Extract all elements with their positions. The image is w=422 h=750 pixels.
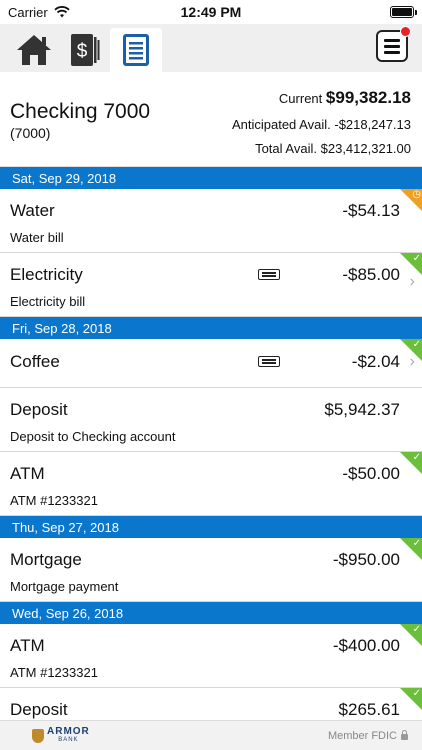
current-balance: Current $99,382.18 <box>279 88 411 108</box>
account-number: (7000) <box>10 125 51 141</box>
transaction-amount: -$54.13 <box>342 201 400 220</box>
transaction-row[interactable]: ATM -$50.00 ATM #1233321 ✓ <box>0 452 422 516</box>
transaction-list: Sat, Sep 29, 2018 Water -$54.13 Water bi… <box>0 167 422 750</box>
account-name: Checking 7000 <box>10 100 151 123</box>
note-icon <box>258 269 280 280</box>
date-header: Wed, Sep 26, 2018 <box>0 602 422 624</box>
transaction-title: Deposit <box>10 400 68 419</box>
transaction-amount: -$50.00 <box>342 464 400 483</box>
current-amount: $99,382.18 <box>325 88 411 107</box>
footer: ARMOR BANK Member FDIC <box>0 720 422 750</box>
tab-home[interactable] <box>10 28 58 72</box>
status-bar: Carrier 12:49 PM <box>0 0 422 24</box>
battery-icon <box>390 6 417 18</box>
menu-icon-bar <box>384 44 400 48</box>
menu-button[interactable] <box>376 26 411 62</box>
date-header: Fri, Sep 28, 2018 <box>0 317 422 339</box>
bank-name: ARMOR <box>47 725 90 737</box>
date-header: Thu, Sep 27, 2018 <box>0 516 422 538</box>
transaction-row[interactable]: Water -$54.13 Water bill ◷ <box>0 189 422 253</box>
transaction-title: Deposit <box>10 700 68 719</box>
check-icon: ✓ <box>412 452 421 463</box>
chevron-right-icon[interactable]: › <box>410 353 415 371</box>
transaction-description: ATM #1233321 <box>10 665 98 680</box>
tab-accounts[interactable]: $ <box>60 28 108 72</box>
anticipated-label: Anticipated Avail. <box>231 117 331 132</box>
transaction-amount: $5,942.37 <box>324 400 400 419</box>
shield-icon <box>32 728 44 743</box>
current-label: Current <box>278 91 323 106</box>
clock: 12:49 PM <box>180 4 242 20</box>
notification-dot <box>400 26 411 37</box>
money-icon: $ <box>71 34 100 66</box>
transaction-title: Electricity <box>10 265 83 284</box>
transaction-description: Deposit to Checking account <box>10 429 176 444</box>
clock-icon: ◷ <box>412 189 421 200</box>
transaction-title: ATM <box>10 464 45 483</box>
transaction-description: ATM #1233321 <box>10 493 98 508</box>
date-header: Sat, Sep 29, 2018 <box>0 167 422 189</box>
total-amount: $23,412,321.00 <box>320 141 411 156</box>
transaction-description: Electricity bill <box>10 294 86 309</box>
home-icon <box>17 35 51 65</box>
total-label: Total Avail. <box>255 141 317 156</box>
lock-icon <box>401 730 408 740</box>
check-icon: ✓ <box>412 624 421 635</box>
chevron-right-icon[interactable]: › <box>410 273 415 291</box>
logo-text: ARMOR BANK <box>47 725 90 744</box>
transaction-description: Water bill <box>10 230 64 245</box>
transaction-amount: $265.61 <box>338 700 400 719</box>
transaction-row[interactable]: Electricity -$85.00 Electricity bill ✓ › <box>0 253 422 317</box>
transaction-row[interactable]: ATM -$400.00 ATM #1233321 ✓ <box>0 624 422 688</box>
transaction-title: Coffee <box>10 352 60 371</box>
transaction-row[interactable]: Coffee -$2.04 ✓ › <box>0 339 422 388</box>
anticipated-balance: Anticipated Avail. -$218,247.13 <box>232 117 411 132</box>
top-nav: $ <box>0 24 422 72</box>
check-icon: ✓ <box>412 688 421 699</box>
anticipated-amount: -$218,247.13 <box>334 117 411 132</box>
bank-sub: BANK <box>58 736 79 743</box>
transaction-description: Mortgage payment <box>10 579 119 594</box>
transaction-amount: -$950.00 <box>332 550 400 569</box>
check-icon: ✓ <box>412 253 421 264</box>
tab-register[interactable] <box>110 28 162 72</box>
bank-logo: ARMOR BANK <box>32 725 90 744</box>
svg-text:$: $ <box>77 41 88 62</box>
transaction-title: Water <box>10 201 55 220</box>
fdic-label: Member FDIC <box>327 729 397 742</box>
total-balance: Total Avail. $23,412,321.00 <box>255 141 411 156</box>
note-icon <box>258 356 280 367</box>
check-icon: ✓ <box>412 538 421 549</box>
transaction-title: ATM <box>10 636 45 655</box>
transaction-title: Mortgage <box>10 550 82 569</box>
menu-icon <box>384 38 400 42</box>
transaction-row[interactable]: Mortgage -$950.00 Mortgage payment ✓ <box>0 538 422 602</box>
register-icon <box>123 34 149 66</box>
check-icon: ✓ <box>412 339 421 350</box>
transaction-row[interactable]: Deposit $5,942.37 Deposit to Checking ac… <box>0 388 422 452</box>
transaction-amount: -$2.04 <box>351 352 400 371</box>
menu-icon-bar <box>384 50 400 54</box>
transaction-amount: -$85.00 <box>342 265 400 284</box>
account-header: Checking 7000 (7000) Current $99,382.18 … <box>0 72 422 167</box>
transaction-amount: -$400.00 <box>332 636 400 655</box>
member-fdic: Member FDIC <box>328 730 408 742</box>
